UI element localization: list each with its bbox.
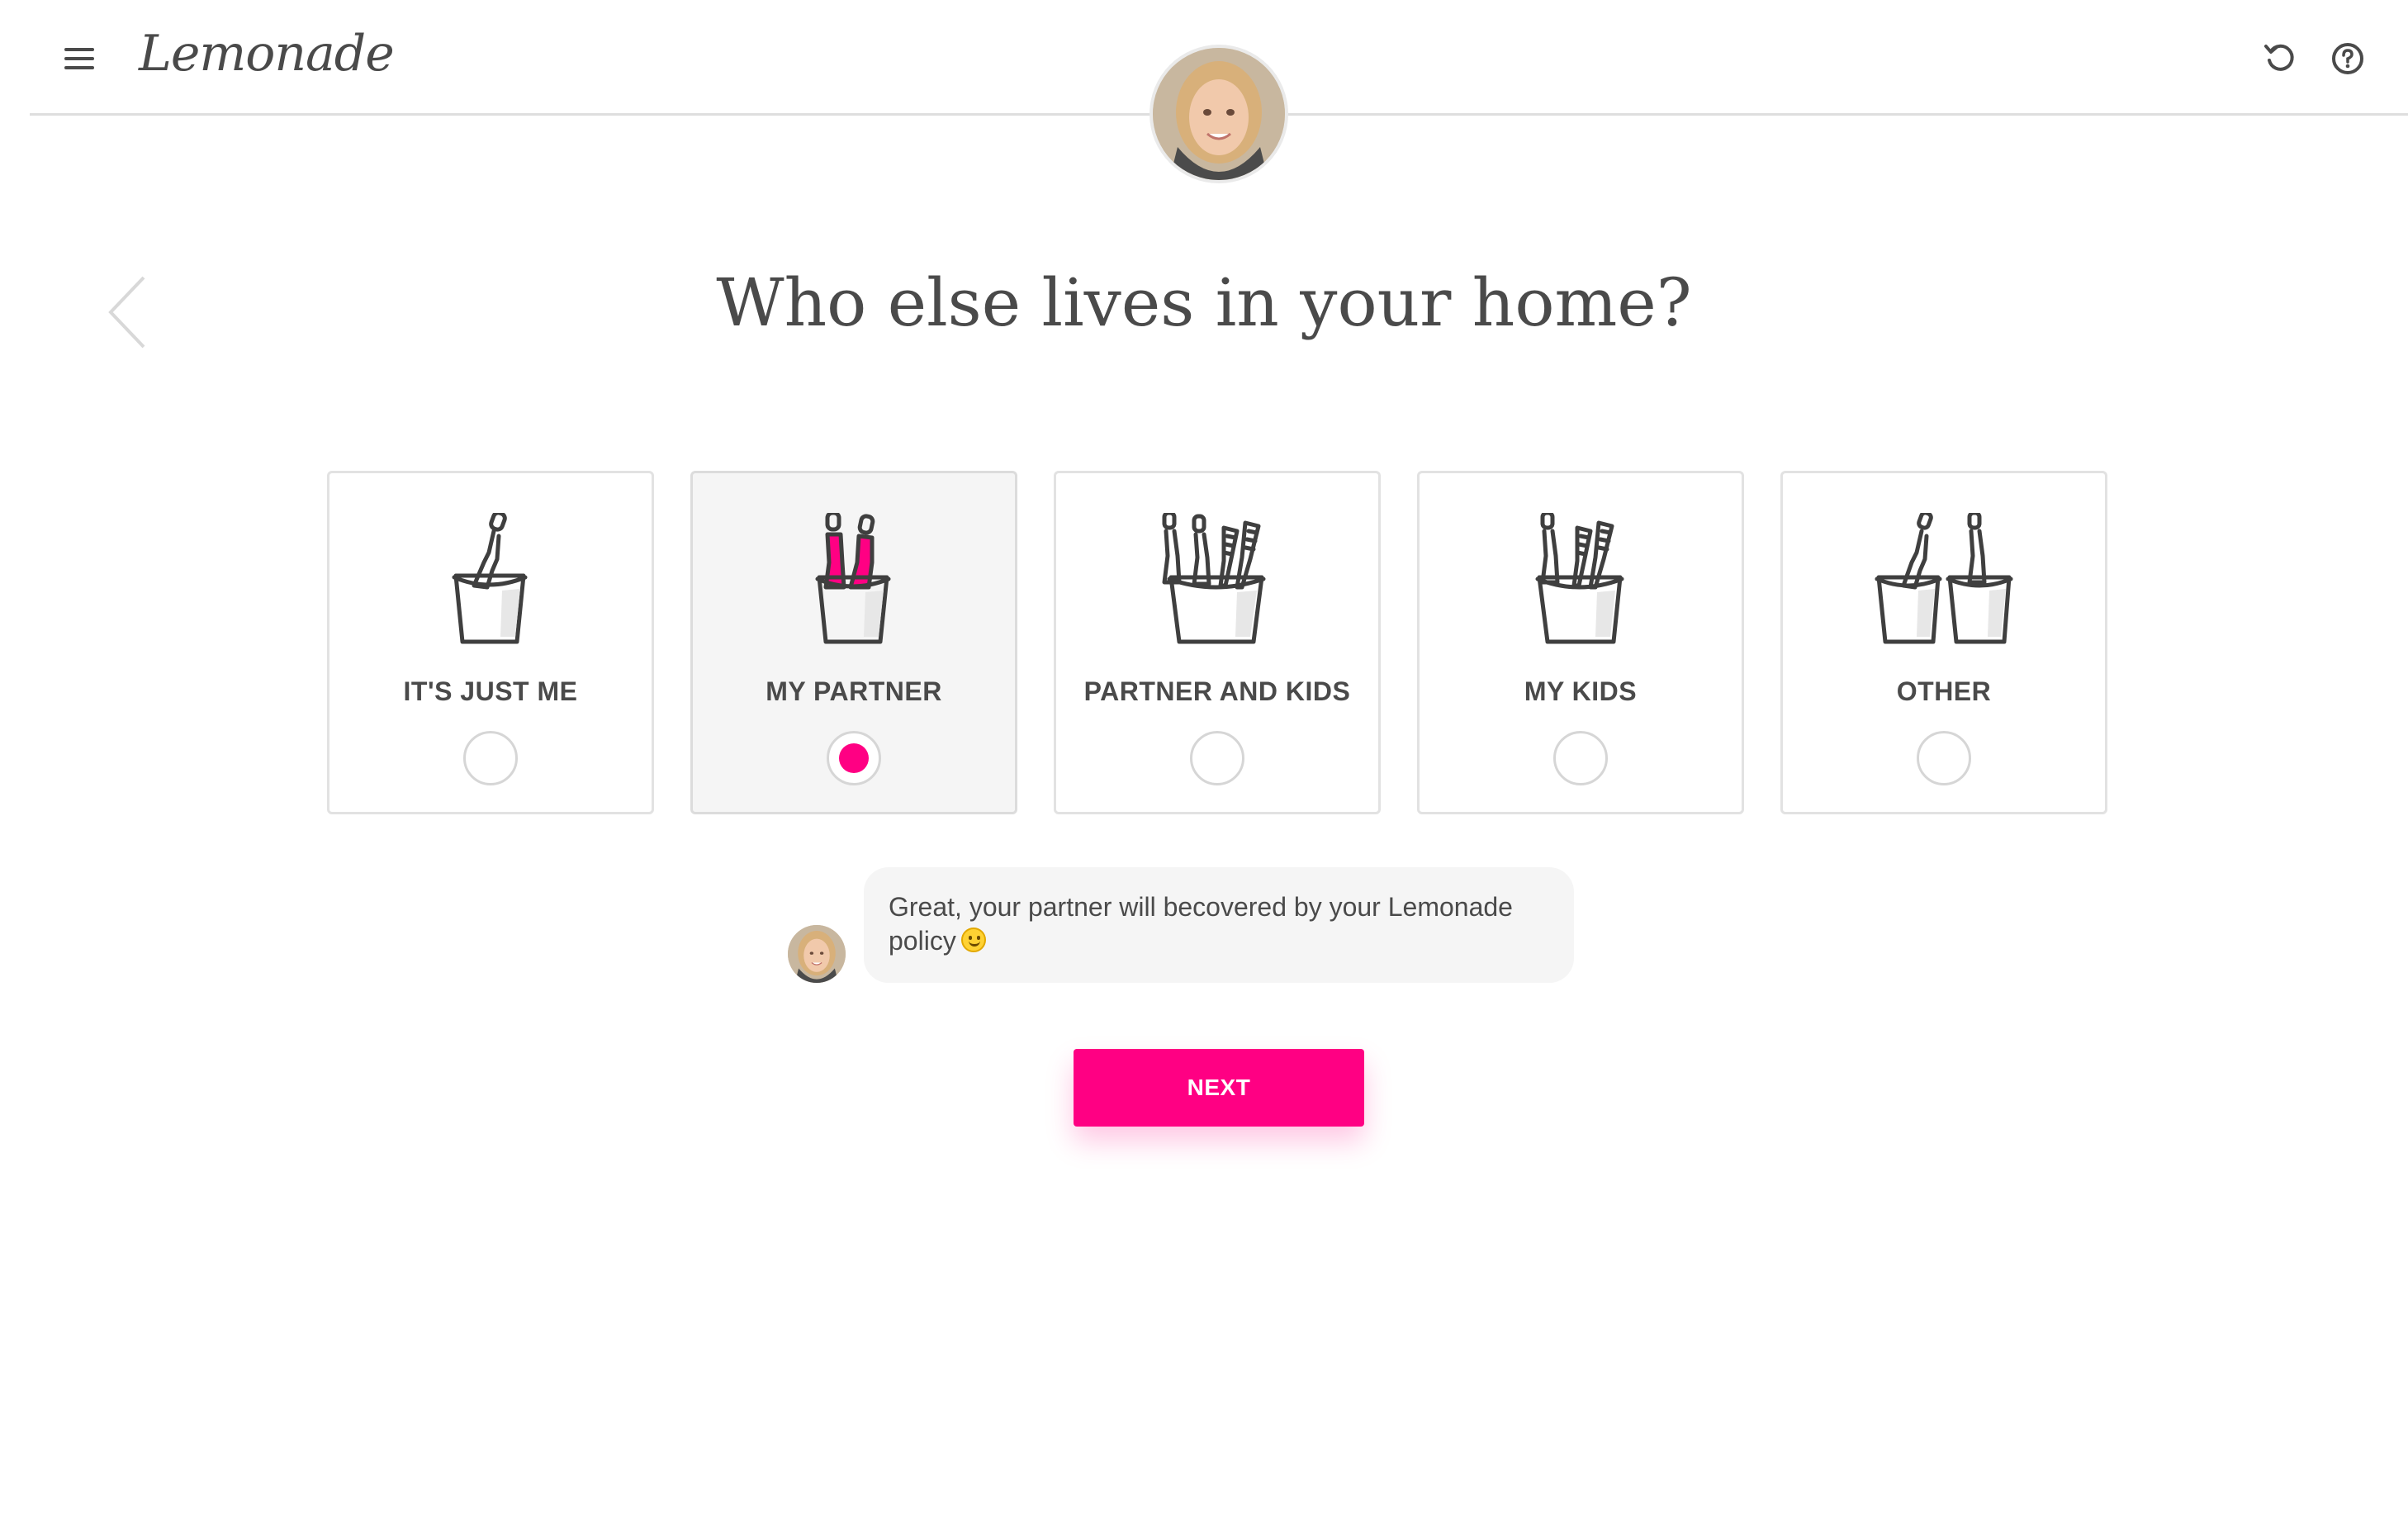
two-toothbrushes-cup-icon: [815, 513, 891, 644]
undo-icon[interactable]: [2263, 40, 2299, 76]
next-button[interactable]: NEXT: [1074, 1049, 1364, 1127]
option-my-kids[interactable]: MY KIDS: [1417, 471, 1744, 814]
help-icon[interactable]: [2330, 41, 2365, 76]
option-label: PARTNER AND KIDS: [1083, 676, 1351, 706]
option-radio-selected[interactable]: [827, 731, 881, 785]
two-cups-toothbrushes-icon: [1875, 513, 2013, 644]
agent-avatar: [1153, 48, 1285, 180]
lemonade-logo[interactable]: Lemonade: [139, 25, 395, 83]
kids-toothbrushes-cup-icon: [1535, 513, 1624, 644]
option-my-partner[interactable]: MY PARTNER: [690, 471, 1017, 814]
option-other[interactable]: OTHER: [1780, 471, 2107, 814]
option-label: OTHER: [1896, 676, 1992, 706]
option-radio[interactable]: [1917, 731, 1971, 785]
option-label: IT'S JUST ME: [403, 676, 578, 706]
chat-message-bubble: Great, your partner will becovered by yo…: [864, 867, 1574, 983]
option-label: MY PARTNER: [766, 676, 942, 706]
option-radio[interactable]: [1553, 731, 1608, 785]
chat-agent-avatar: [788, 925, 846, 983]
option-just-me[interactable]: IT'S JUST ME: [327, 471, 654, 814]
smiley-emoji-icon: [960, 928, 986, 952]
option-radio[interactable]: [1190, 731, 1244, 785]
hamburger-menu-icon[interactable]: [64, 46, 94, 71]
radio-selected-dot: [839, 743, 869, 773]
page-title: Who else lives in your home?: [716, 264, 1692, 341]
family-toothbrushes-cup-icon: [1162, 513, 1266, 644]
single-toothbrush-cup-icon: [452, 513, 528, 644]
option-partner-and-kids[interactable]: PARTNER AND KIDS: [1054, 471, 1381, 814]
option-radio[interactable]: [463, 731, 518, 785]
option-label: MY KIDS: [1524, 676, 1638, 706]
